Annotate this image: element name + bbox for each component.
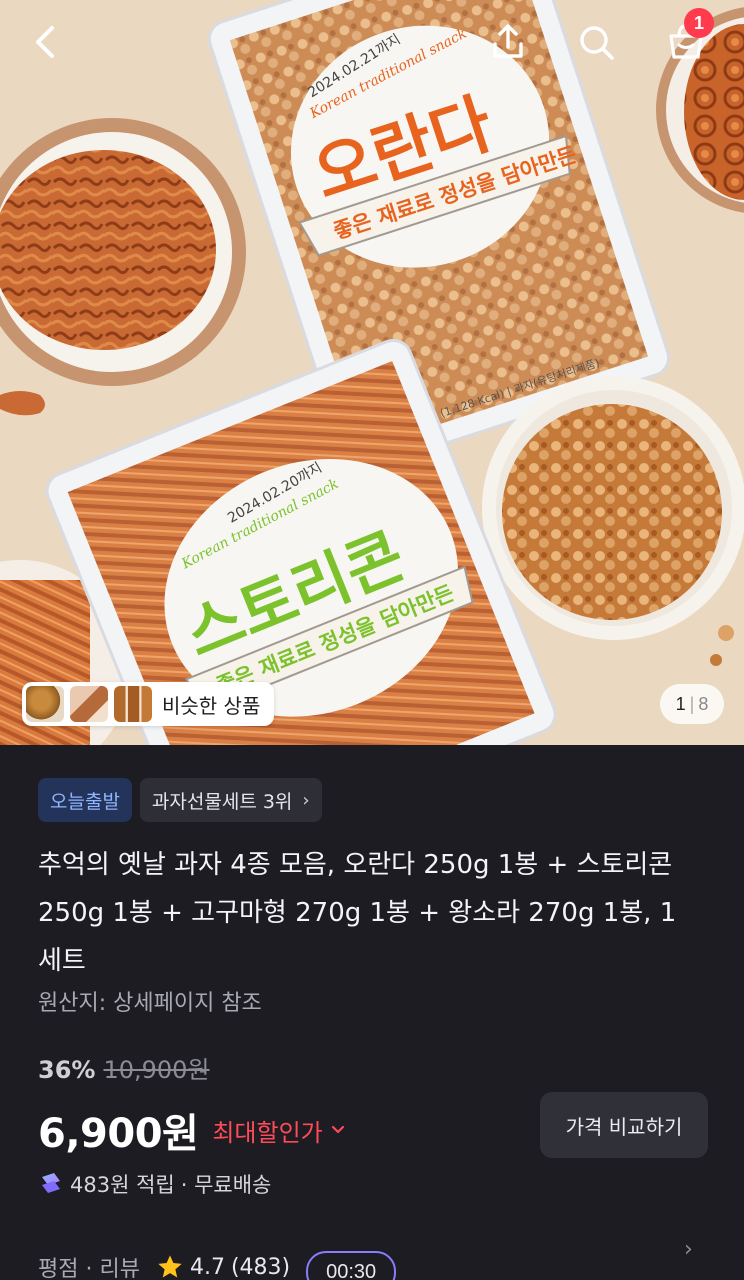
discount-row: 36% 10,900원 — [38, 1050, 210, 1085]
similar-products-label: 비슷한 상품 — [162, 693, 261, 718]
category-rank-tag[interactable]: 과자선물세트 3위 › — [139, 778, 322, 822]
chevron-right-icon: › — [302, 789, 310, 811]
points-icon — [42, 1173, 60, 1193]
price-row: 6,900원 최대할인가 — [38, 1101, 347, 1159]
review-label: 평점 · 리뷰 — [38, 1257, 140, 1280]
product-tags: 오늘출발 과자선물세트 3위 › — [38, 778, 322, 822]
category-rank-label: 과자선물세트 3위 — [151, 790, 293, 813]
similar-thumbnail — [70, 686, 108, 722]
rating-value: 4.7 — [189, 1254, 225, 1280]
discount-percent: 36% — [38, 1056, 96, 1084]
sale-price: 6,900원 — [38, 1111, 199, 1157]
page-total: 8 — [698, 693, 709, 714]
cart-button[interactable]: 1 — [662, 8, 714, 66]
product-image-carousel[interactable]: 2024.02.21까지 Korean traditional snack 오란… — [0, 0, 744, 745]
points-delivery-row: 483원 적립 · 무료배송 — [38, 1169, 271, 1199]
delivery-text: · 무료배송 — [180, 1173, 272, 1197]
chevron-right-icon[interactable]: › — [684, 1237, 693, 1262]
price-compare-button[interactable]: 가격 비교하기 — [540, 1092, 708, 1158]
search-icon — [580, 26, 614, 60]
back-button[interactable] — [22, 18, 70, 66]
cart-count-badge: 1 — [684, 8, 714, 38]
page-separator: | — [689, 693, 695, 714]
similar-products-button[interactable]: 비슷한 상품 — [22, 682, 275, 726]
share-button[interactable] — [484, 18, 532, 66]
original-price: 10,900원 — [103, 1056, 210, 1084]
share-icon — [493, 24, 523, 58]
chevron-left-icon — [36, 26, 54, 58]
product-title: 추억의 옛날 과자 4종 모음, 오란다 250g 1봉 + 스토리콘 250g… — [38, 850, 677, 976]
product-info: 오늘출발 과자선물세트 3위 › 추억의 옛날 과자 4종 모음, 오란다 25… — [0, 745, 744, 1280]
search-button[interactable] — [572, 18, 620, 66]
points-text: 483원 적립 — [70, 1173, 175, 1197]
best-discount-label: 최대할인가 — [212, 1118, 323, 1147]
star-icon — [158, 1255, 182, 1278]
today-shipping-tag: 오늘출발 — [38, 778, 132, 822]
similar-thumbnail — [26, 686, 64, 722]
product-photo: 2024.02.21까지 Korean traditional snack 오란… — [0, 0, 744, 745]
page-current: 1 — [675, 693, 686, 714]
product-origin: 원산지: 상세페이지 참조 — [38, 991, 262, 1016]
review-summary[interactable]: 평점 · 리뷰 4.7 (483) 00:30 — [38, 1241, 397, 1280]
chevron-down-icon — [331, 1125, 344, 1134]
review-count: (483) — [230, 1254, 291, 1280]
image-page-indicator: 1 | 8 — [660, 684, 724, 724]
similar-thumbnail — [114, 686, 152, 722]
best-discount-dropdown[interactable]: 최대할인가 — [212, 1113, 346, 1148]
countdown-timer: 00:30 — [306, 1251, 397, 1280]
